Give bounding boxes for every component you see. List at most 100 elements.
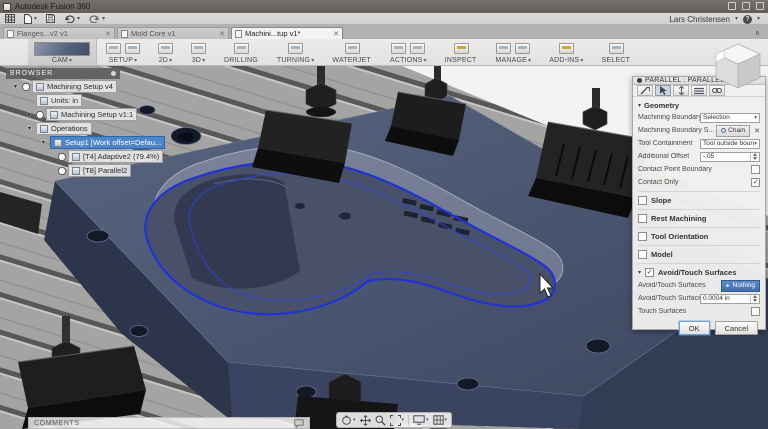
model-section[interactable]: Model	[638, 248, 760, 261]
window-button-3[interactable]	[756, 2, 764, 10]
caret-down-icon[interactable]: ▾	[28, 125, 36, 132]
close-tab-icon[interactable]: ✕	[105, 30, 111, 38]
contact-point-boundary-checkbox[interactable]	[751, 165, 760, 174]
stepper-arrows[interactable]	[750, 295, 759, 303]
zoom-button[interactable]	[375, 415, 386, 426]
slope-section[interactable]: Slope	[638, 194, 760, 207]
ribbon-group-select[interactable]: SELECT	[593, 39, 640, 65]
ribbon-group-inspect[interactable]: INSPECT	[436, 39, 487, 65]
caret-down-icon[interactable]: ▾	[42, 139, 50, 146]
contact-only-checkbox[interactable]: ✓	[751, 178, 760, 187]
display-settings-button[interactable]: ▾	[413, 415, 429, 425]
dialog-tab-tool[interactable]	[637, 85, 653, 96]
ribbon-group-waterjet[interactable]: WATERJET	[323, 39, 381, 65]
grid-layout-button[interactable]: ▾	[433, 415, 448, 425]
data-panel-button[interactable]	[5, 14, 15, 23]
browser-panel: BROWSER ▾ Machining Setup v4 Units: in ▸…	[6, 68, 196, 177]
dialog-tab-geometry[interactable]	[655, 85, 671, 96]
3d-viewport[interactable]: BROWSER ▾ Machining Setup v4 Units: in ▸…	[0, 66, 768, 429]
avoid-surfaces-select-button[interactable]: ► Nothing	[721, 280, 760, 292]
dialog-tab-heights[interactable]	[673, 85, 689, 96]
tab-document-1[interactable]: Flanges...v2 v1 ✕	[3, 27, 115, 39]
slope-checkbox[interactable]	[638, 196, 647, 205]
drilling-icon	[234, 43, 249, 54]
window-button-2[interactable]	[742, 2, 750, 10]
avoid-touch-section-header[interactable]: ▾ ✓ Avoid/Touch Surfaces	[638, 266, 760, 279]
tab-document-3-active[interactable]: Machini...tup v1* ✕	[231, 27, 343, 39]
close-tab-icon[interactable]: ✕	[219, 30, 225, 38]
folder-icon	[40, 125, 48, 133]
measure-icon	[454, 43, 469, 54]
avoid-clearance-input[interactable]: 0.0004 in	[700, 294, 760, 304]
component-icon	[50, 111, 58, 119]
save-button[interactable]	[46, 14, 55, 23]
ribbon-group-addins[interactable]: ADD-INS▾	[540, 39, 592, 65]
caret-down-icon[interactable]: ▾	[14, 83, 22, 90]
addins-icon	[559, 43, 574, 54]
visibility-eye-icon[interactable]	[58, 167, 66, 175]
browser-item-adaptive2[interactable]: [T4] Adaptive2 (79.4%)	[6, 150, 196, 163]
chain-selection-button[interactable]: Chain	[716, 125, 750, 137]
user-menu[interactable]: Lars Christensen	[669, 15, 729, 24]
view-cube[interactable]	[708, 36, 766, 94]
tool-containment-select[interactable]: Tool outside bound... ▾	[700, 139, 760, 149]
ribbon-group-3d[interactable]: 3D▾	[182, 39, 215, 65]
setup-icon	[54, 139, 62, 147]
ribbon-group-cam[interactable]: CAM▾	[28, 39, 97, 65]
ribbon-group-2d[interactable]: 2D▾	[149, 39, 182, 65]
additional-offset-input[interactable]: -.05	[700, 152, 760, 162]
contact-only-row: Contact Only ✓	[638, 176, 760, 189]
tool-orientation-section[interactable]: Tool Orientation	[638, 230, 760, 243]
caret-down-icon: ▾	[426, 418, 429, 423]
ribbon-group-setup[interactable]: SETUP▾	[97, 39, 149, 65]
tool-orientation-checkbox[interactable]	[638, 232, 647, 241]
browser-item-parallel2[interactable]: [T8] Parallel2	[6, 164, 196, 177]
browser-item-operations[interactable]: ▾ Operations	[6, 122, 196, 135]
redo-button[interactable]: ▾	[89, 15, 105, 23]
comments-bar[interactable]: COMMENTS	[28, 417, 310, 429]
ribbon-group-manage[interactable]: MANAGE▾	[486, 39, 540, 65]
help-button[interactable]: ?	[743, 15, 752, 24]
parallel-dialog: PARALLEL : PARALLEL2	[632, 76, 766, 330]
caret-down-icon: ▾	[445, 418, 448, 423]
dialog-body: ▾ Geometry Machining Boundary Selection …	[633, 97, 765, 338]
ok-button[interactable]: OK	[679, 321, 710, 335]
model-checkbox[interactable]	[638, 250, 647, 259]
new-setup-icon	[106, 43, 121, 54]
browser-item-setup1[interactable]: ▾ Setup1 [Work offset=Defau...	[6, 136, 196, 149]
ribbon-group-turning[interactable]: TURNING▾	[268, 39, 324, 65]
visibility-eye-icon[interactable]	[36, 111, 44, 119]
rest-machining-section[interactable]: Rest Machining	[638, 212, 760, 225]
file-menu-button[interactable]: ▾	[24, 14, 37, 24]
touch-surfaces-checkbox[interactable]	[751, 307, 760, 316]
avoid-touch-checkbox[interactable]: ✓	[645, 268, 654, 277]
visibility-eye-icon[interactable]	[58, 153, 66, 161]
browser-item-document[interactable]: ▾ Machining Setup v4	[6, 80, 196, 93]
tab-document-2[interactable]: Mold Core v1 ✕	[117, 27, 229, 39]
dialog-tab-passes[interactable]	[691, 85, 707, 96]
browser-item-units[interactable]: Units: in	[6, 94, 196, 107]
fit-button[interactable]: ▾	[390, 415, 405, 426]
pan-button[interactable]	[360, 415, 371, 426]
machining-boundary-select[interactable]: Selection ▾	[700, 113, 760, 123]
clear-selection-icon[interactable]: ✕	[754, 127, 760, 135]
document-icon	[36, 83, 44, 91]
orbit-button[interactable]: ▾	[341, 415, 356, 426]
document-tab-bar: Flanges...v2 v1 ✕ Mold Core v1 ✕ Machini…	[0, 25, 768, 39]
geometry-section-header[interactable]: ▾ Geometry	[638, 99, 760, 111]
browser-item-component[interactable]: ▸ Machining Setup v1:1	[6, 108, 196, 121]
rest-machining-checkbox[interactable]	[638, 214, 647, 223]
caret-right-icon[interactable]: ▸	[28, 111, 36, 118]
2d-milling-icon	[158, 43, 173, 54]
stepper-arrows[interactable]	[750, 153, 759, 161]
undo-button[interactable]: ▾	[64, 15, 80, 23]
window-button-1[interactable]	[728, 2, 736, 10]
browser-options-icon[interactable]	[111, 71, 116, 76]
waterjet-icon	[345, 43, 360, 54]
ribbon-group-actions[interactable]: ACTIONS▾	[381, 39, 436, 65]
close-tab-icon[interactable]: ✕	[333, 30, 339, 38]
browser-header[interactable]: BROWSER	[6, 68, 120, 79]
cancel-button[interactable]: Cancel	[715, 321, 758, 335]
ribbon-group-drilling[interactable]: DRILLING	[215, 39, 268, 65]
visibility-eye-icon[interactable]	[22, 83, 30, 91]
